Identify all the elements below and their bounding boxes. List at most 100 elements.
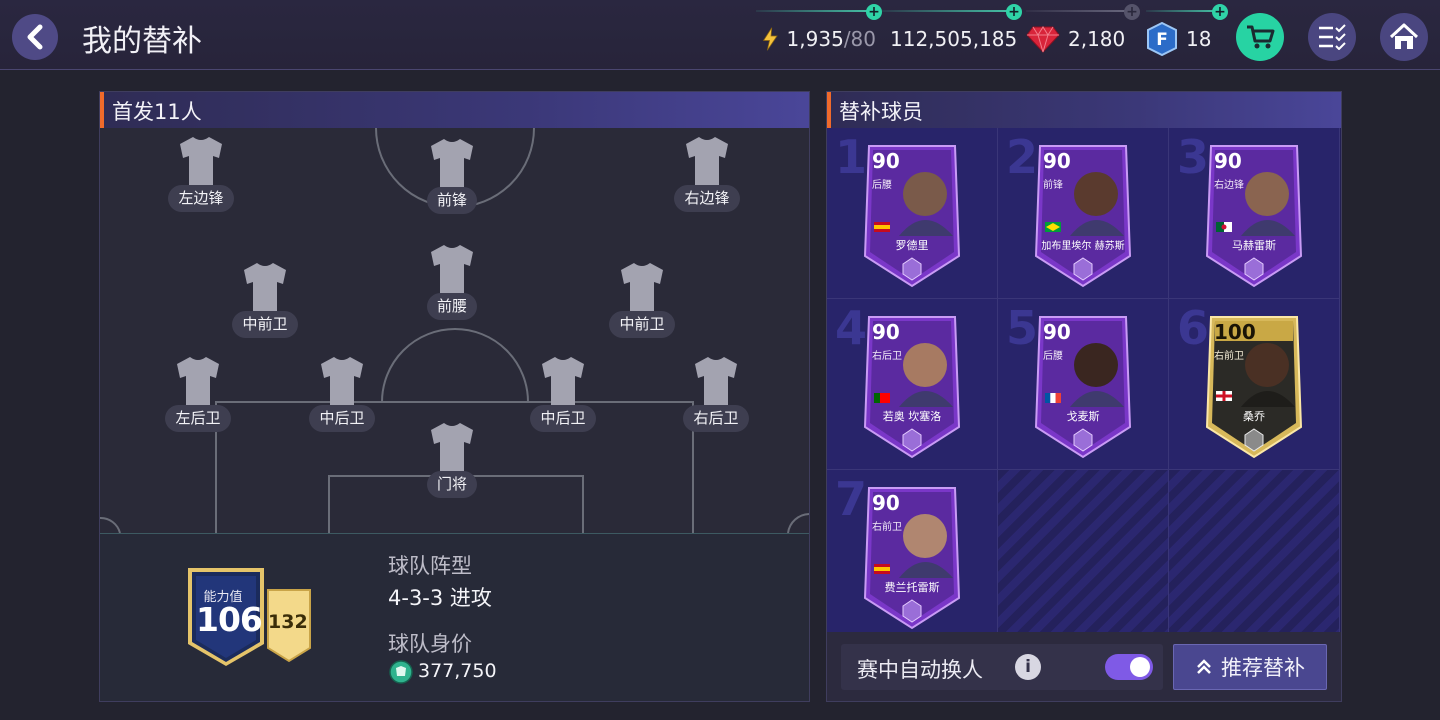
jersey-icon [431, 423, 473, 472]
info-icon[interactable]: i [1015, 654, 1041, 680]
empty-sub-slot[interactable] [998, 470, 1169, 641]
player-card[interactable]: 100 右前卫 桑乔 [1205, 311, 1303, 459]
player-rating: 90 [1043, 320, 1071, 344]
position-label: 中前卫 [609, 311, 675, 338]
jersey-icon [686, 137, 728, 186]
position-label: 中后卫 [309, 405, 375, 432]
position-label: 门将 [426, 471, 477, 498]
svg-text:F: F [1156, 30, 1168, 50]
subs-grid: 1 90 后腰 罗德里 2 90 前锋 加布里埃尔 赫苏斯 3 90 右边锋 马… [827, 128, 1341, 641]
slot-left-back[interactable]: 左后卫 [163, 354, 233, 432]
sub-slot[interactable]: 5 90 后腰 戈麦斯 [998, 299, 1169, 470]
lineup-panel: 首发11人 左边锋 前锋 右边锋 中前卫 前腰 中前卫 左后卫 中后卫 中后卫 … [99, 91, 810, 702]
position-label: 左边锋 [168, 185, 234, 212]
coin-counter[interactable]: + 112,505,185 [882, 4, 1022, 62]
team-value-label: 球队身价 [388, 632, 472, 656]
slot-right-midfielder[interactable]: 中前卫 [607, 260, 677, 338]
sub-slot[interactable]: 6 100 右前卫 桑乔 [1169, 299, 1340, 470]
slot-goalkeeper[interactable]: 门将 [417, 420, 487, 498]
gem-icon [1026, 26, 1060, 53]
sub-slot[interactable]: 3 90 右边锋 马赫雷斯 [1169, 128, 1340, 299]
auto-sub-setting: 赛中自动换人 i [841, 644, 1163, 690]
team-rating: 106 [196, 600, 263, 639]
player-name: 桑乔 [1243, 410, 1265, 423]
add-gems-icon[interactable]: + [1124, 4, 1140, 20]
slot-left-midfielder[interactable]: 中前卫 [230, 260, 300, 338]
player-card[interactable]: 90 右后卫 若奥 坎塞洛 [863, 311, 961, 459]
fifa-points-counter[interactable]: + F 18 [1146, 4, 1228, 62]
slot-striker[interactable]: 前锋 [417, 136, 487, 214]
slot-left-winger[interactable]: 左边锋 [166, 134, 236, 212]
jersey-icon [431, 245, 473, 294]
flag-icon [1045, 393, 1061, 403]
player-rating: 90 [872, 320, 900, 344]
flag-icon [1216, 222, 1232, 232]
home-icon [1389, 23, 1419, 49]
jersey-icon [695, 357, 737, 406]
lineup-header: 首发11人 [100, 92, 809, 128]
player-name: 罗德里 [895, 239, 929, 252]
energy-value: 1,935 [786, 27, 844, 51]
auto-sub-toggle[interactable] [1105, 654, 1153, 680]
energy-counter[interactable]: + 1,935/80 [756, 4, 882, 62]
lineup-title: 首发11人 [112, 100, 202, 124]
gems-value: 2,180 [1068, 27, 1126, 51]
position-label: 右边锋 [674, 185, 740, 212]
player-name: 若奥 坎塞洛 [882, 410, 942, 423]
formation-value: 4-3-3 进攻 [388, 586, 492, 610]
team-info: 能力值 106 132 球队阵型 4-3-3 进攻 球队身价 377,750 [100, 533, 809, 701]
position-label: 前腰 [426, 293, 477, 320]
cart-icon [1247, 25, 1275, 49]
player-name: 费兰托雷斯 [884, 581, 940, 594]
add-coins-icon[interactable]: + [1006, 4, 1022, 20]
position-label: 中后卫 [530, 405, 596, 432]
player-card[interactable]: 90 后腰 罗德里 [863, 140, 961, 288]
jersey-icon [431, 139, 473, 188]
subs-title: 替补球员 [839, 100, 923, 124]
back-button[interactable] [12, 14, 58, 60]
task-list-button[interactable] [1308, 13, 1356, 61]
subs-header: 替补球员 [827, 92, 1341, 128]
sub-slot[interactable]: 2 90 前锋 加布里埃尔 赫苏斯 [998, 128, 1169, 299]
player-name: 加布里埃尔 赫苏斯 [1041, 241, 1125, 252]
slot-right-back[interactable]: 右后卫 [681, 354, 751, 432]
sub-slot[interactable]: 7 90 右前卫 费兰托雷斯 [827, 470, 998, 641]
player-position: 前锋 [1043, 180, 1063, 191]
toggle-knob [1130, 657, 1150, 677]
pitch: 左边锋 前锋 右边锋 中前卫 前腰 中前卫 左后卫 中后卫 中后卫 右后卫 门将 [100, 128, 809, 533]
jersey-icon [321, 357, 363, 406]
energy-max: /80 [843, 27, 876, 51]
recommend-subs-button[interactable]: 推荐替补 [1173, 644, 1327, 690]
shop-button[interactable] [1236, 13, 1284, 61]
player-card[interactable]: 90 右边锋 马赫雷斯 [1205, 140, 1303, 288]
fifa-points-value: 18 [1186, 27, 1212, 51]
flag-icon [874, 393, 890, 403]
player-card[interactable]: 90 前锋 加布里埃尔 赫苏斯 [1034, 140, 1132, 288]
slot-center-back-left[interactable]: 中后卫 [307, 354, 377, 432]
coins-value: 112,505,185 [890, 27, 1018, 51]
add-energy-icon[interactable]: + [866, 4, 882, 20]
empty-sub-slot[interactable] [1169, 470, 1340, 641]
slot-right-winger[interactable]: 右边锋 [672, 134, 742, 212]
flag-icon [874, 222, 890, 232]
position-label: 前锋 [426, 187, 477, 214]
player-rating: 100 [1214, 320, 1256, 344]
player-card[interactable]: 90 右前卫 费兰托雷斯 [863, 482, 961, 630]
top-bar: 我的替补 + 1,935/80 + 112,505,185 + 2,180 + [0, 0, 1440, 70]
player-position: 后腰 [872, 180, 892, 191]
player-rating: 90 [1214, 149, 1242, 173]
home-button[interactable] [1380, 13, 1428, 61]
player-position: 右前卫 [1214, 351, 1244, 362]
sub-slot[interactable]: 1 90 后腰 罗德里 [827, 128, 998, 299]
add-fifa-points-icon[interactable]: + [1212, 4, 1228, 20]
player-position: 右后卫 [872, 351, 902, 362]
fifa-points-icon: F [1147, 22, 1177, 56]
jersey-icon [244, 263, 286, 312]
slot-attacking-midfielder[interactable]: 前腰 [417, 242, 487, 320]
checklist-icon [1319, 24, 1346, 50]
player-card[interactable]: 90 后腰 戈麦斯 [1034, 311, 1132, 459]
lightning-icon [762, 27, 778, 51]
sub-slot[interactable]: 4 90 右后卫 若奥 坎塞洛 [827, 299, 998, 470]
gem-counter[interactable]: + 2,180 [1026, 4, 1140, 62]
slot-center-back-right[interactable]: 中后卫 [528, 354, 598, 432]
